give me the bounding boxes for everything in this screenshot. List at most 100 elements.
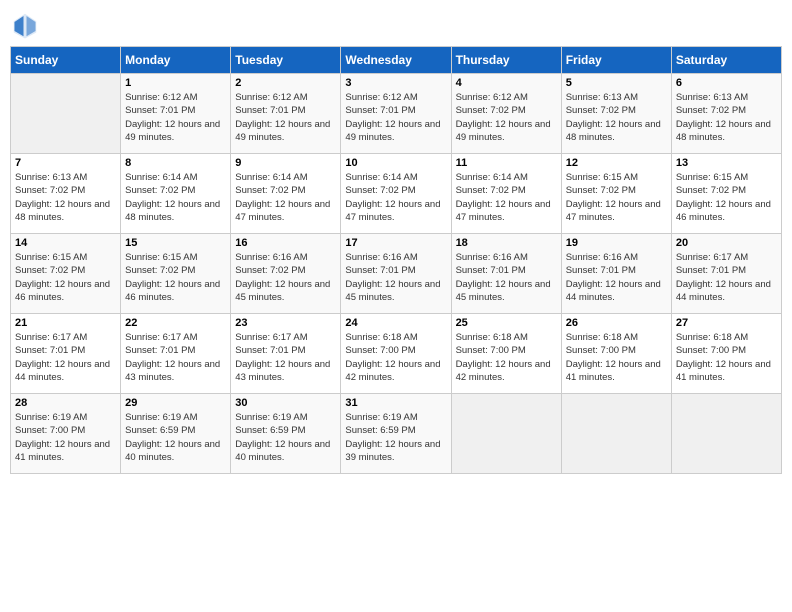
calendar-cell: 5 Sunrise: 6:13 AMSunset: 7:02 PMDaylight…: [561, 74, 671, 154]
day-info: Sunrise: 6:17 AMSunset: 7:01 PMDaylight:…: [235, 331, 336, 384]
day-info: Sunrise: 6:12 AMSunset: 7:02 PMDaylight:…: [456, 91, 557, 144]
calendar-cell: 23 Sunrise: 6:17 AMSunset: 7:01 PMDayligh…: [231, 314, 341, 394]
calendar-cell: 24 Sunrise: 6:18 AMSunset: 7:00 PMDayligh…: [341, 314, 451, 394]
day-info: Sunrise: 6:19 AMSunset: 7:00 PMDaylight:…: [15, 411, 116, 464]
day-info: Sunrise: 6:16 AMSunset: 7:01 PMDaylight:…: [566, 251, 667, 304]
calendar-week-5: 28Sunrise: 6:19 AMSunset: 7:00 PMDayligh…: [11, 394, 782, 474]
day-info: Sunrise: 6:14 AMSunset: 7:02 PMDaylight:…: [235, 171, 336, 224]
calendar-cell: 12Sunrise: 6:15 AMSunset: 7:02 PMDayligh…: [561, 154, 671, 234]
day-number: 23: [235, 317, 336, 329]
calendar-cell: 8 Sunrise: 6:14 AMSunset: 7:02 PMDaylight…: [121, 154, 231, 234]
day-number: 24: [345, 317, 446, 329]
day-number: 14: [15, 237, 116, 249]
calendar-cell: [451, 394, 561, 474]
calendar-cell: [671, 394, 781, 474]
day-info: Sunrise: 6:19 AMSunset: 6:59 PMDaylight:…: [125, 411, 226, 464]
day-info: Sunrise: 6:13 AMSunset: 7:02 PMDaylight:…: [15, 171, 116, 224]
day-number: 6: [676, 77, 777, 89]
column-header-tuesday: Tuesday: [231, 47, 341, 74]
calendar-cell: 2 Sunrise: 6:12 AMSunset: 7:01 PMDaylight…: [231, 74, 341, 154]
day-info: Sunrise: 6:17 AMSunset: 7:01 PMDaylight:…: [125, 331, 226, 384]
calendar-week-3: 14 Sunrise: 6:15 AMSunset: 7:02 PMDayligh…: [11, 234, 782, 314]
calendar-cell: 31 Sunrise: 6:19 AMSunset: 6:59 PMDayligh…: [341, 394, 451, 474]
calendar-header-row: SundayMondayTuesdayWednesdayThursdayFrid…: [11, 47, 782, 74]
calendar-cell: 1 Sunrise: 6:12 AMSunset: 7:01 PMDaylight…: [121, 74, 231, 154]
column-header-friday: Friday: [561, 47, 671, 74]
calendar-table: SundayMondayTuesdayWednesdayThursdayFrid…: [10, 46, 782, 474]
day-number: 19: [566, 237, 667, 249]
day-number: 26: [566, 317, 667, 329]
day-number: 31: [345, 397, 446, 409]
calendar-cell: 30 Sunrise: 6:19 AMSunset: 6:59 PMDayligh…: [231, 394, 341, 474]
day-info: Sunrise: 6:16 AMSunset: 7:01 PMDaylight:…: [345, 251, 446, 304]
calendar-cell: 10 Sunrise: 6:14 AMSunset: 7:02 PMDayligh…: [341, 154, 451, 234]
day-number: 5: [566, 77, 667, 89]
calendar-cell: 22 Sunrise: 6:17 AMSunset: 7:01 PMDayligh…: [121, 314, 231, 394]
day-info: Sunrise: 6:13 AMSunset: 7:02 PMDaylight:…: [676, 91, 777, 144]
day-number: 27: [676, 317, 777, 329]
day-number: 21: [15, 317, 116, 329]
calendar-cell: 28Sunrise: 6:19 AMSunset: 7:00 PMDayligh…: [11, 394, 121, 474]
calendar-cell: [561, 394, 671, 474]
day-info: Sunrise: 6:15 AMSunset: 7:02 PMDaylight:…: [125, 251, 226, 304]
logo: [10, 10, 44, 40]
calendar-week-2: 7 Sunrise: 6:13 AMSunset: 7:02 PMDaylight…: [11, 154, 782, 234]
day-number: 13: [676, 157, 777, 169]
day-number: 7: [15, 157, 116, 169]
calendar-cell: 14 Sunrise: 6:15 AMSunset: 7:02 PMDayligh…: [11, 234, 121, 314]
day-info: Sunrise: 6:14 AMSunset: 7:02 PMDaylight:…: [125, 171, 226, 224]
day-number: 20: [676, 237, 777, 249]
calendar-cell: 11Sunrise: 6:14 AMSunset: 7:02 PMDayligh…: [451, 154, 561, 234]
day-number: 10: [345, 157, 446, 169]
day-info: Sunrise: 6:19 AMSunset: 6:59 PMDaylight:…: [345, 411, 446, 464]
day-number: 22: [125, 317, 226, 329]
day-info: Sunrise: 6:12 AMSunset: 7:01 PMDaylight:…: [345, 91, 446, 144]
calendar-cell: 19 Sunrise: 6:16 AMSunset: 7:01 PMDayligh…: [561, 234, 671, 314]
day-number: 18: [456, 237, 557, 249]
day-info: Sunrise: 6:14 AMSunset: 7:02 PMDaylight:…: [345, 171, 446, 224]
calendar-cell: 27Sunrise: 6:18 AMSunset: 7:00 PMDayligh…: [671, 314, 781, 394]
day-info: Sunrise: 6:17 AMSunset: 7:01 PMDaylight:…: [676, 251, 777, 304]
calendar-cell: 4Sunrise: 6:12 AMSunset: 7:02 PMDaylight…: [451, 74, 561, 154]
calendar-cell: 21 Sunrise: 6:17 AMSunset: 7:01 PMDayligh…: [11, 314, 121, 394]
day-number: 9: [235, 157, 336, 169]
day-info: Sunrise: 6:18 AMSunset: 7:00 PMDaylight:…: [345, 331, 446, 384]
day-number: 17: [345, 237, 446, 249]
calendar-week-4: 21 Sunrise: 6:17 AMSunset: 7:01 PMDayligh…: [11, 314, 782, 394]
day-info: Sunrise: 6:18 AMSunset: 7:00 PMDaylight:…: [566, 331, 667, 384]
column-header-sunday: Sunday: [11, 47, 121, 74]
calendar-week-1: 1 Sunrise: 6:12 AMSunset: 7:01 PMDaylight…: [11, 74, 782, 154]
day-info: Sunrise: 6:12 AMSunset: 7:01 PMDaylight:…: [125, 91, 226, 144]
day-info: Sunrise: 6:12 AMSunset: 7:01 PMDaylight:…: [235, 91, 336, 144]
calendar-body: 1 Sunrise: 6:12 AMSunset: 7:01 PMDaylight…: [11, 74, 782, 474]
day-info: Sunrise: 6:13 AMSunset: 7:02 PMDaylight:…: [566, 91, 667, 144]
day-info: Sunrise: 6:17 AMSunset: 7:01 PMDaylight:…: [15, 331, 116, 384]
column-header-saturday: Saturday: [671, 47, 781, 74]
column-header-monday: Monday: [121, 47, 231, 74]
logo-icon: [10, 10, 40, 40]
day-info: Sunrise: 6:16 AMSunset: 7:01 PMDaylight:…: [456, 251, 557, 304]
calendar-cell: 16Sunrise: 6:16 AMSunset: 7:02 PMDayligh…: [231, 234, 341, 314]
calendar-cell: 13Sunrise: 6:15 AMSunset: 7:02 PMDayligh…: [671, 154, 781, 234]
calendar-cell: 17 Sunrise: 6:16 AMSunset: 7:01 PMDayligh…: [341, 234, 451, 314]
day-info: Sunrise: 6:19 AMSunset: 6:59 PMDaylight:…: [235, 411, 336, 464]
day-info: Sunrise: 6:15 AMSunset: 7:02 PMDaylight:…: [566, 171, 667, 224]
day-number: 8: [125, 157, 226, 169]
day-number: 30: [235, 397, 336, 409]
column-header-wednesday: Wednesday: [341, 47, 451, 74]
calendar-cell: 18 Sunrise: 6:16 AMSunset: 7:01 PMDayligh…: [451, 234, 561, 314]
page-header: [10, 10, 782, 40]
day-info: Sunrise: 6:15 AMSunset: 7:02 PMDaylight:…: [15, 251, 116, 304]
calendar-cell: 3 Sunrise: 6:12 AMSunset: 7:01 PMDaylight…: [341, 74, 451, 154]
day-number: 29: [125, 397, 226, 409]
day-number: 25: [456, 317, 557, 329]
calendar-cell: 29 Sunrise: 6:19 AMSunset: 6:59 PMDayligh…: [121, 394, 231, 474]
day-number: 1: [125, 77, 226, 89]
calendar-cell: [11, 74, 121, 154]
column-header-thursday: Thursday: [451, 47, 561, 74]
day-number: 3: [345, 77, 446, 89]
day-number: 2: [235, 77, 336, 89]
calendar-cell: 7 Sunrise: 6:13 AMSunset: 7:02 PMDaylight…: [11, 154, 121, 234]
calendar-cell: 15Sunrise: 6:15 AMSunset: 7:02 PMDayligh…: [121, 234, 231, 314]
day-info: Sunrise: 6:14 AMSunset: 7:02 PMDaylight:…: [456, 171, 557, 224]
